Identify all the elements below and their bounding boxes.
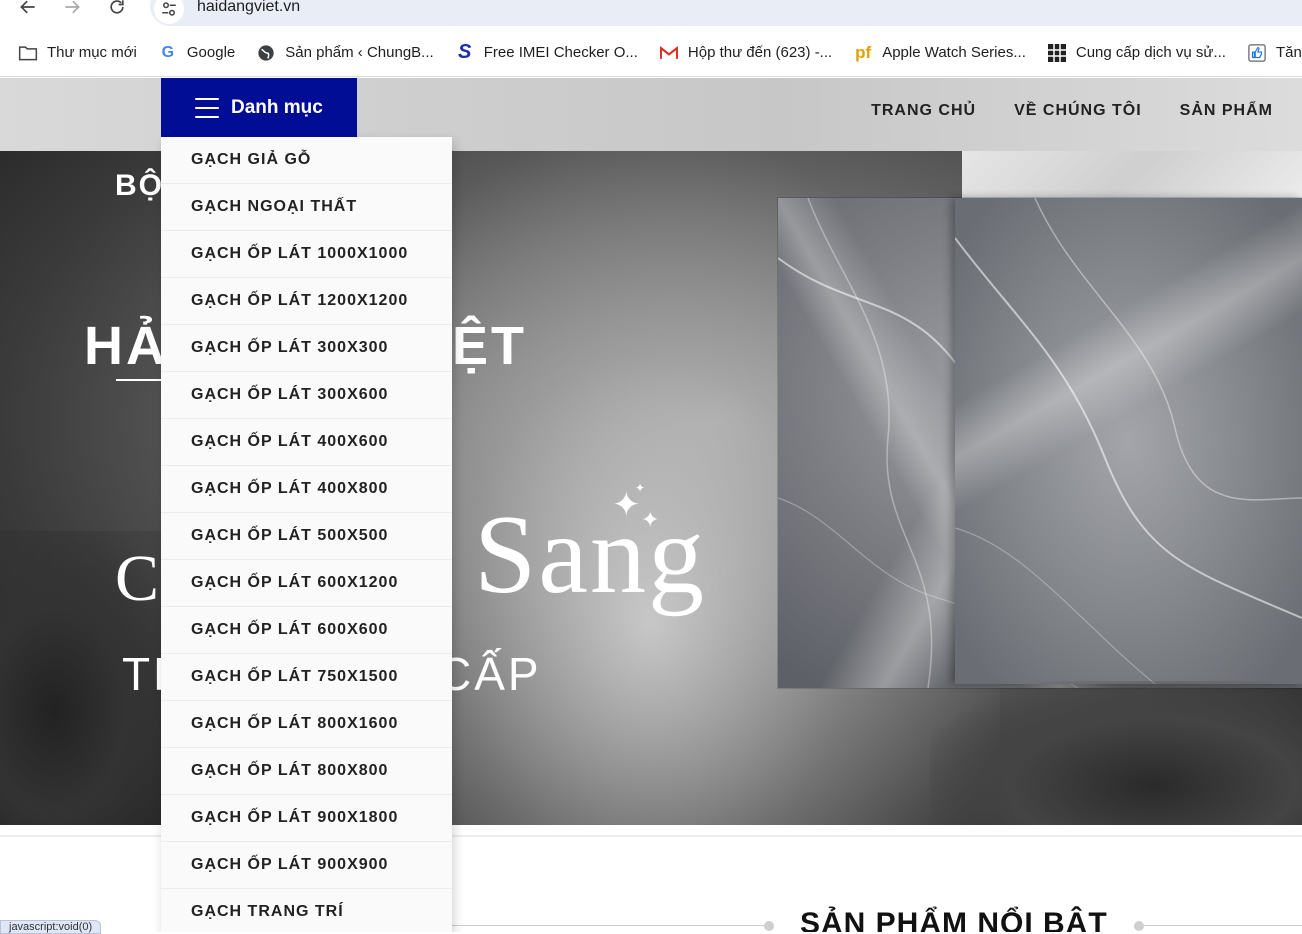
grid-logo-icon [1047,43,1067,63]
bookmark-folder[interactable]: Thư mục mới [18,37,137,69]
bookmark-apple-watch[interactable]: pf Apple Watch Series... [853,37,1026,69]
tune-icon [162,2,176,16]
bookmark-label: Google [186,44,236,61]
back-button[interactable] [17,0,39,18]
category-item[interactable]: GẠCH ỐP LÁT 1000X1000 [161,231,452,278]
title-dot-left [764,921,774,931]
bookmark-dichvu[interactable]: Cung cấp dịch vụ sử... [1047,37,1226,69]
category-item[interactable]: GẠCH ỐP LÁT 600X1200 [161,560,452,607]
url-text[interactable]: haidangviet.vn [197,0,300,16]
bookmark-label: Apple Watch Series... [882,44,1026,61]
arrow-right-icon [65,0,80,14]
bookmark-label: Hộp thư đến (623) -... [687,44,833,61]
folder-icon [18,43,38,63]
omnibox[interactable]: haidangviet.vn [150,0,1302,26]
sparkle-icon: ✦ [635,481,646,495]
title-dot-right [1134,921,1144,931]
main-nav: TRANG CHỦ VỀ CHÚNG TÔI SẢN PHẨM [871,102,1273,120]
s-logo-icon: S [458,41,472,63]
marble-slab-back [962,151,1302,201]
hero-tagline-right: CẤP [438,648,542,700]
hero-brand-right: ỆT [452,316,528,376]
google-icon: G [161,43,175,61]
bookmark-label: Thư mục mới [47,44,137,61]
bookmark-label: Sản phẩm ‹ ChungB... [285,44,434,61]
category-item[interactable]: GẠCH NGOẠI THẤT [161,184,452,231]
category-item[interactable]: GẠCH TRANG TRÍ [161,889,452,932]
forward-button[interactable] [61,0,83,18]
title-line-right [1144,925,1302,926]
reload-icon [110,0,124,14]
bookmark-label: Cung cấp dịch vụ sử... [1075,44,1226,61]
gmail-icon [659,43,679,63]
hero-rock-right [930,681,1302,825]
thumbs-up-icon [1247,43,1267,63]
category-item[interactable]: GẠCH GIẢ GỖ [161,137,452,184]
title-line-left [452,925,768,926]
category-item[interactable]: GẠCH ỐP LÁT 300X600 [161,372,452,419]
bookmark-google[interactable]: G Google [158,37,236,69]
bookmarks-bar: Thư mục mới G Google Sản phẩm ‹ ChungB..… [0,29,1302,77]
category-menu-button[interactable]: Danh mục [161,78,357,137]
category-item[interactable]: GẠCH ỐP LÁT 500X500 [161,513,452,560]
globe-icon [256,43,276,63]
category-item[interactable]: GẠCH ỐP LÁT 900X900 [161,842,452,889]
marble-slab-front [954,197,1302,685]
category-item[interactable]: GẠCH ỐP LÁT 750X1500 [161,654,452,701]
hero-line1: BỘ [115,169,164,202]
bookmark-tang-like[interactable]: Tăng Like [1247,37,1302,69]
hero-brand-left: HẢ [84,316,168,376]
category-item[interactable]: GẠCH ỐP LÁT 1200X1200 [161,278,452,325]
reload-button[interactable] [106,0,128,18]
arrow-left-icon [20,0,35,14]
hero-script-word: Sang [474,493,706,617]
bookmark-gmail[interactable]: Hộp thư đến (623) -... [659,37,832,69]
page: TRANG CHỦ VỀ CHÚNG TÔI SẢN PHẨM BỘ HẢ ỆT… [0,78,1302,932]
browser-address-bar: haidangviet.vn [0,0,1302,29]
nav-about[interactable]: VỀ CHÚNG TÔI [1014,102,1142,120]
hero-big-letter: C [115,542,160,615]
pf-logo-icon: pf [855,42,872,62]
nav-home[interactable]: TRANG CHỦ [871,102,976,120]
category-item[interactable]: GẠCH ỐP LÁT 400X600 [161,419,452,466]
category-dropdown: GẠCH GIẢ GỖ GẠCH NGOẠI THẤT GẠCH ỐP LÁT … [161,137,452,932]
category-item[interactable]: GẠCH ỐP LÁT 900X1800 [161,795,452,842]
category-item[interactable]: GẠCH ỐP LÁT 300X300 [161,325,452,372]
nav-products[interactable]: SẢN PHẨM [1180,102,1273,120]
sparkle-icon: ✦ [641,507,660,532]
bookmark-label: Free IMEI Checker O... [483,44,638,61]
category-item[interactable]: GẠCH ỐP LÁT 400X800 [161,466,452,513]
category-item[interactable]: GẠCH ỐP LÁT 800X800 [161,748,452,795]
bookmark-label: Tăng Like [1275,44,1302,61]
site-info-button[interactable] [154,0,184,24]
category-item[interactable]: GẠCH ỐP LÁT 800X1600 [161,701,452,748]
hamburger-icon [195,97,219,118]
section-title: SẢN PHẨM NỔI BẬT [800,907,1108,932]
bookmark-chungb[interactable]: Sản phẩm ‹ ChungB... [256,37,434,69]
marble-veins-front-icon [954,197,1302,685]
category-item[interactable]: GẠCH ỐP LÁT 600X600 [161,607,452,654]
bookmark-imei[interactable]: S Free IMEI Checker O... [455,37,638,69]
category-menu-label: Danh mục [231,96,323,118]
